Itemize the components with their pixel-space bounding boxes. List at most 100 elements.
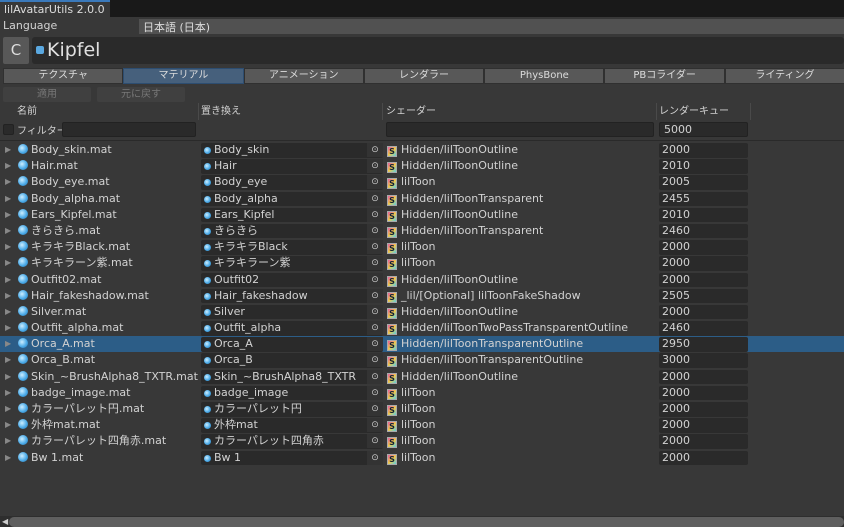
object-picker-icon[interactable]: ⊙	[367, 304, 383, 319]
render-queue-input[interactable]: 2000	[659, 402, 748, 417]
expand-arrow-icon[interactable]: ▶	[5, 158, 11, 174]
expand-arrow-icon[interactable]: ▶	[5, 239, 11, 255]
replace-material-field[interactable]: Bw 1 ⊙	[201, 450, 383, 466]
object-picker-icon[interactable]: ⊙	[367, 369, 383, 384]
replace-material-field[interactable]: 外枠mat ⊙	[201, 418, 383, 433]
column-divider[interactable]	[656, 103, 657, 120]
expand-arrow-icon[interactable]: ▶	[5, 142, 11, 158]
expand-arrow-icon[interactable]: ▶	[5, 352, 11, 368]
table-row[interactable]: ▶ Ears_Kipfel.mat Ears_Kipfel ⊙ S Hidden/l…	[0, 207, 844, 223]
render-queue-input[interactable]: 2460	[659, 223, 748, 239]
expand-arrow-icon[interactable]: ▶	[5, 336, 11, 352]
name-filter-input[interactable]	[62, 122, 196, 137]
column-header-name[interactable]: 名前	[17, 104, 37, 120]
shader-field[interactable]: S Hidden/lilToonOutline	[387, 369, 518, 385]
shader-filter-input[interactable]	[386, 122, 654, 137]
object-picker-icon[interactable]: ⊙	[367, 207, 383, 222]
expand-arrow-icon[interactable]: ▶	[5, 288, 11, 304]
queue-filter-input[interactable]: 5000	[659, 122, 748, 137]
shader-field[interactable]: S Hidden/lilToonTransparentOutline	[387, 336, 583, 352]
object-picker-icon[interactable]: ⊙	[367, 288, 383, 303]
replace-material-field[interactable]: キラキラBlack ⊙	[201, 240, 383, 255]
object-picker-icon[interactable]: ⊙	[367, 240, 383, 255]
render-queue-input[interactable]: 2000	[659, 256, 748, 271]
table-row[interactable]: ▶ キラキラBlack.mat キラキラBlack ⊙ SlilToon 2000	[0, 239, 844, 255]
object-picker-icon[interactable]: ⊙	[367, 337, 383, 352]
render-queue-input[interactable]: 2455	[659, 191, 748, 207]
shader-field[interactable]: S Hidden/lilToonOutline	[387, 272, 518, 288]
shader-field[interactable]: SlilToon	[387, 401, 435, 417]
render-queue-input[interactable]: 2950	[659, 337, 748, 352]
expand-arrow-icon[interactable]: ▶	[5, 174, 11, 190]
tab-lighting[interactable]: ライティング	[724, 68, 844, 84]
table-row[interactable]: ▶ Skin_~BrushAlpha8_TXTR.mat Skin_~Brush…	[0, 369, 844, 385]
render-queue-input[interactable]: 2000	[659, 143, 748, 158]
table-row[interactable]: ▶ Orca_B.mat Orca_B ⊙ S Hidden/lilToonTran…	[0, 352, 844, 368]
scroll-left-icon[interactable]: ◀	[2, 517, 8, 526]
replace-material-field[interactable]: きらきら ⊙	[201, 223, 383, 239]
object-picker-icon[interactable]: ⊙	[367, 402, 383, 416]
render-queue-input[interactable]: 2010	[659, 207, 748, 223]
object-picker-icon[interactable]: ⊙	[367, 418, 383, 433]
render-queue-input[interactable]: 2000	[659, 272, 748, 287]
tab-pb-collider[interactable]: PBコライダー	[604, 68, 725, 84]
window-tab[interactable]: lilAvatarUtils 2.0.0	[0, 0, 110, 17]
replace-material-field[interactable]: Hair ⊙	[201, 159, 383, 174]
expand-arrow-icon[interactable]: ▶	[5, 272, 11, 288]
shader-field[interactable]: S Hidden/lilToonTransparent	[387, 223, 543, 239]
shader-field[interactable]: S _lil/[Optional] lilToonFakeShadow	[387, 288, 581, 304]
replace-material-field[interactable]: Silver ⊙	[201, 304, 383, 320]
object-picker-icon[interactable]: ⊙	[367, 159, 383, 174]
replace-material-field[interactable]: Orca_A ⊙	[201, 337, 383, 352]
expand-arrow-icon[interactable]: ▶	[5, 320, 11, 336]
expand-arrow-icon[interactable]: ▶	[5, 433, 11, 449]
table-row[interactable]: ▶ Orca_A.mat Orca_A ⊙ S Hidden/lilToonTran…	[0, 336, 844, 353]
object-picker-icon[interactable]: ⊙	[367, 434, 383, 449]
replace-material-field[interactable]: キラキラーン紫 ⊙	[201, 256, 383, 271]
shader-field[interactable]: SlilToon	[387, 385, 435, 401]
column-divider[interactable]	[382, 103, 383, 120]
object-picker-icon[interactable]: ⊙	[367, 385, 383, 400]
revert-button[interactable]: 元に戻す	[97, 87, 185, 102]
table-row[interactable]: ▶ キラキラーン紫.mat キラキラーン紫 ⊙ SlilToon 2000	[0, 255, 844, 271]
render-queue-input[interactable]: 2000	[659, 385, 748, 401]
replace-material-field[interactable]: Body_skin ⊙	[201, 143, 383, 158]
replace-material-field[interactable]: Outfit02 ⊙	[201, 272, 383, 287]
column-header-replace[interactable]: 置き換え	[201, 104, 241, 120]
replace-material-field[interactable]: Body_eye ⊙	[201, 175, 383, 190]
table-row[interactable]: ▶ Body_alpha.mat Body_alpha ⊙ S Hidden/lil…	[0, 191, 844, 207]
replace-material-field[interactable]: badge_image ⊙	[201, 385, 383, 401]
replace-material-field[interactable]: Hair_fakeshadow ⊙	[201, 288, 383, 304]
render-queue-input[interactable]: 2000	[659, 240, 748, 255]
expand-arrow-icon[interactable]: ▶	[5, 207, 11, 223]
shader-field[interactable]: S Hidden/lilToonTwoPassTransparentOutline	[387, 320, 628, 336]
replace-material-field[interactable]: Body_alpha ⊙	[201, 191, 383, 207]
column-header-shader[interactable]: シェーダー	[386, 104, 436, 120]
expand-arrow-icon[interactable]: ▶	[5, 223, 11, 239]
expand-arrow-icon[interactable]: ▶	[5, 401, 11, 417]
tab-renderer[interactable]: レンダラー	[363, 68, 485, 84]
object-picker-icon[interactable]: ⊙	[367, 353, 383, 368]
table-row[interactable]: ▶ カラーパレット四角赤.mat カラーパレット四角赤 ⊙ SlilToon 20…	[0, 433, 844, 449]
refresh-button[interactable]: C	[3, 37, 29, 64]
render-queue-input[interactable]: 2000	[659, 450, 748, 466]
object-picker-icon[interactable]: ⊙	[367, 223, 383, 238]
apply-button[interactable]: 適用	[3, 87, 91, 102]
table-row[interactable]: ▶ Hair_fakeshadow.mat Hair_fakeshadow ⊙ S…	[0, 288, 844, 304]
replace-material-field[interactable]: Outfit_alpha ⊙	[201, 321, 383, 336]
render-queue-input[interactable]: 2460	[659, 321, 748, 336]
shader-field[interactable]: SlilToon	[387, 450, 435, 466]
render-queue-input[interactable]: 2005	[659, 175, 748, 190]
table-row[interactable]: ▶ Body_eye.mat Body_eye ⊙ SlilToon 2005	[0, 174, 844, 190]
render-queue-input[interactable]: 2000	[659, 434, 748, 449]
table-row[interactable]: ▶ カラーパレット円.mat カラーパレット円 ⊙ SlilToon 2000	[0, 401, 844, 417]
column-divider[interactable]	[750, 103, 751, 120]
object-picker-icon[interactable]: ⊙	[367, 175, 383, 190]
avatar-field[interactable]: Kipfel	[32, 37, 844, 64]
column-divider[interactable]	[198, 103, 199, 120]
shader-field[interactable]: SlilToon	[387, 417, 435, 433]
shader-field[interactable]: S Hidden/lilToonTransparentOutline	[387, 352, 583, 368]
table-row[interactable]: ▶ Bw 1.mat Bw 1 ⊙ SlilToon 2000	[0, 450, 844, 466]
tab-animation[interactable]: アニメーション	[243, 68, 364, 84]
render-queue-input[interactable]: 2010	[659, 159, 748, 174]
